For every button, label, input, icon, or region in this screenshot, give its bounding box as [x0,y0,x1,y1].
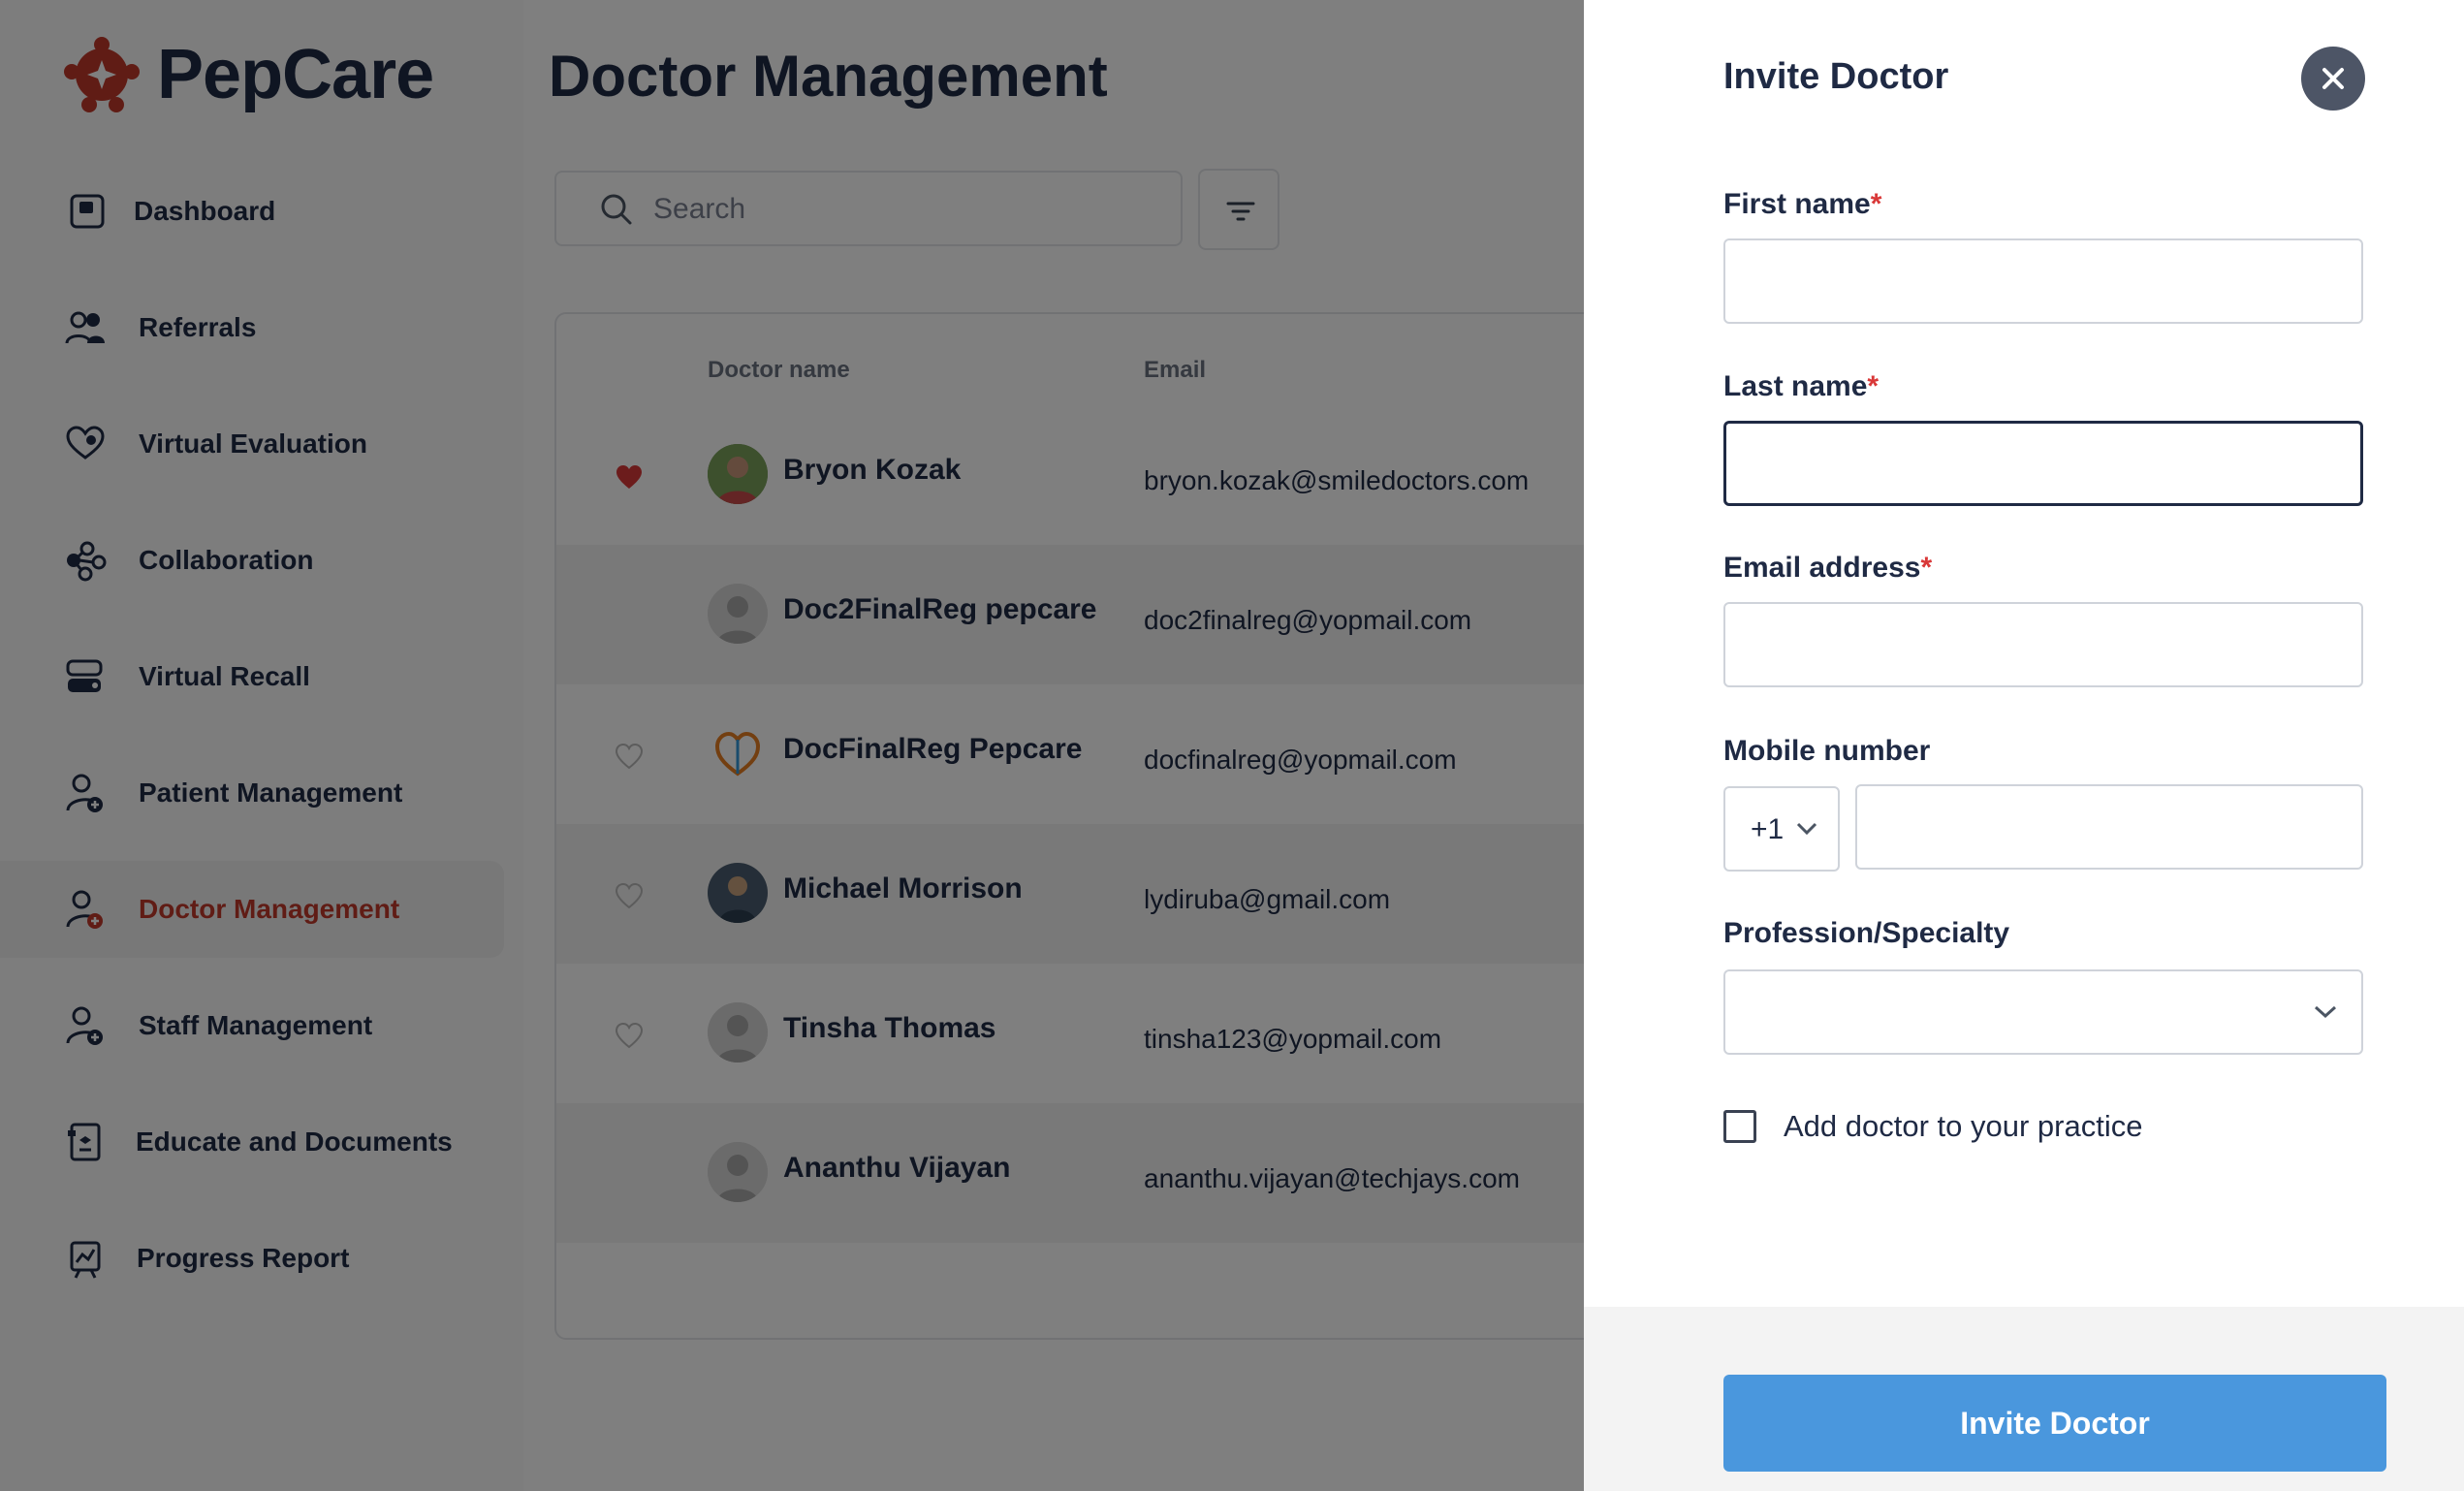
required-mark: * [1867,370,1880,402]
add-to-practice-label[interactable]: Add doctor to your practice [1784,1109,2142,1144]
last-name-label-text: Last name [1723,370,1868,402]
required-mark: * [1920,552,1933,584]
email-input[interactable] [1723,602,2363,687]
required-mark: * [1870,188,1882,220]
mobile-label: Mobile number [1723,735,1931,767]
email-label-text: Email address [1723,552,1921,584]
specialty-label: Profession/Specialty [1723,917,2010,949]
country-code-select[interactable]: +1 [1723,786,1840,872]
last-name-label: Last name* [1723,370,1879,403]
country-code-value: +1 [1751,813,1785,845]
add-to-practice-row[interactable]: Add doctor to your practice [1723,1109,2142,1144]
first-name-input[interactable] [1723,238,2363,324]
close-button[interactable] [2301,47,2365,111]
first-name-label-text: First name [1723,188,1871,220]
chevron-down-icon [2314,1005,2337,1019]
chevron-down-icon [1796,822,1817,836]
drawer-footer: Invite Doctor [1584,1307,2464,1491]
first-name-label: First name* [1723,188,1881,221]
close-icon [2322,68,2344,89]
specialty-select[interactable] [1723,969,2363,1055]
modal-backdrop[interactable] [0,0,1584,1491]
invite-doctor-button[interactable]: Invite Doctor [1723,1375,2386,1472]
last-name-input[interactable] [1723,421,2363,506]
email-label: Email address* [1723,552,1932,585]
add-to-practice-checkbox[interactable] [1723,1110,1756,1143]
invite-doctor-drawer: Invite Doctor First name* Last name* Ema… [1584,0,2464,1491]
drawer-title: Invite Doctor [1723,56,1949,97]
mobile-number-input[interactable] [1855,784,2363,870]
